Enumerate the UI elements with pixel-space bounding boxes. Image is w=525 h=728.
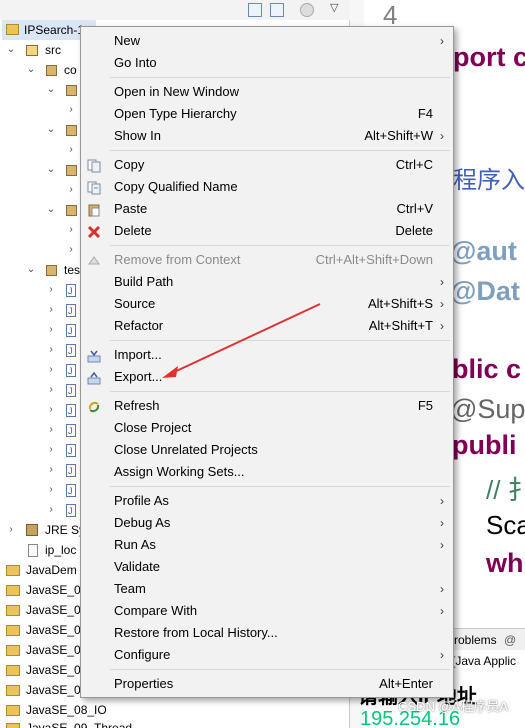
watermark: CSDN @A程序员A — [398, 699, 508, 714]
annotation-arrow — [162, 303, 321, 378]
